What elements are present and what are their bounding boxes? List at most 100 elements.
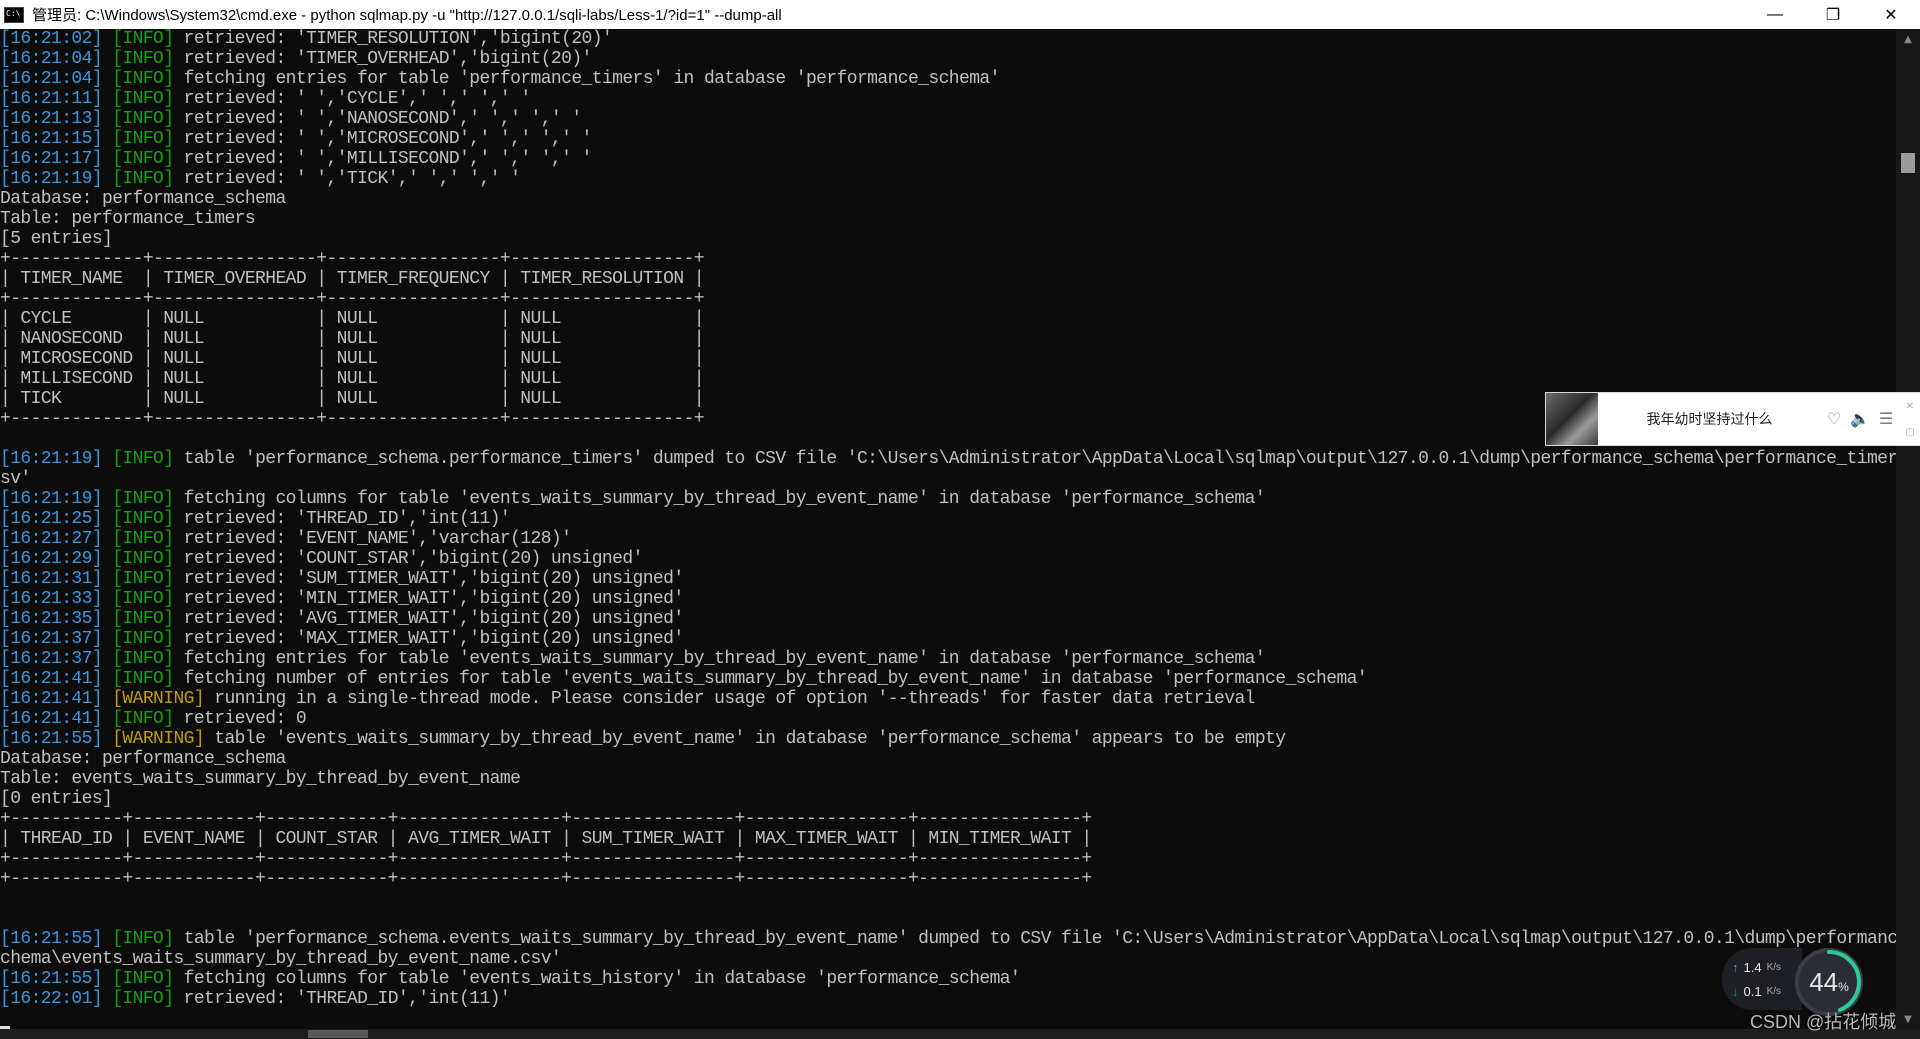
window-title-bar[interactable]: 管理员: C:\Windows\System32\cmd.exe - pytho… xyxy=(0,0,1920,29)
log-level-tag: [INFO] xyxy=(112,49,174,69)
log-level-tag: [INFO] xyxy=(112,109,174,129)
console-line: sv' xyxy=(0,469,1896,489)
player-side-controls: ✕ ▢ xyxy=(1899,393,1920,445)
log-level-tag: [INFO] xyxy=(112,29,174,49)
log-message: retrieved: ' ','NANOSECOND',' ',' ',' ' xyxy=(173,109,582,129)
console-text: sv' xyxy=(0,469,31,489)
log-level-tag: [INFO] xyxy=(112,669,174,689)
scroll-down-icon[interactable]: ▼ xyxy=(1896,1009,1920,1029)
log-timestamp: [16:21:02] xyxy=(0,29,103,49)
console-line: [16:21:04] [INFO] fetching entries for t… xyxy=(0,69,1896,89)
log-message: retrieved: 'EVENT_NAME','varchar(128)' xyxy=(173,529,572,549)
log-timestamp: [16:21:41] xyxy=(0,689,103,709)
upload-arrow-icon: ↑ xyxy=(1732,960,1739,975)
minimize-button[interactable]: — xyxy=(1746,0,1804,29)
console-line: [16:21:41] [INFO] retrieved: 0 xyxy=(0,709,1896,729)
console-line: +-----------+------------+------------+-… xyxy=(0,849,1896,869)
log-message: retrieved: ' ','MILLISECOND',' ',' ',' ' xyxy=(173,149,593,169)
log-message: table 'events_waits_summary_by_thread_by… xyxy=(204,729,1286,749)
log-level-tag: [INFO] xyxy=(112,989,174,1009)
log-timestamp: [16:21:31] xyxy=(0,569,103,589)
log-timestamp: [16:21:27] xyxy=(0,529,103,549)
album-cover[interactable] xyxy=(1546,393,1598,445)
usage-ring xyxy=(1797,950,1861,1014)
console-line: [16:21:37] [INFO] fetching entries for t… xyxy=(0,649,1896,669)
song-title: 我年幼时坚持过什么 xyxy=(1646,411,1773,427)
expand-icon[interactable]: ▢ xyxy=(1905,427,1914,438)
console-line: [16:21:29] [INFO] retrieved: 'COUNT_STAR… xyxy=(0,549,1896,569)
log-level-tag: [INFO] xyxy=(112,129,174,149)
log-message: retrieved: 'MAX_TIMER_WAIT','bigint(20) … xyxy=(173,629,685,649)
log-level-tag: [INFO] xyxy=(112,69,174,89)
vertical-scrollbar[interactable]: ▲ ▼ xyxy=(1896,29,1920,1029)
console-line: [16:21:19] [INFO] table 'performance_sch… xyxy=(0,449,1896,469)
console-line: [16:21:55] [INFO] fetching columns for t… xyxy=(0,969,1896,989)
horizontal-scroll-thumb[interactable] xyxy=(308,1030,368,1038)
log-timestamp: [16:21:55] xyxy=(0,929,103,949)
console-line: [5 entries] xyxy=(0,229,1896,249)
log-level-tag: [INFO] xyxy=(112,969,174,989)
console-text: Database: performance_schema xyxy=(0,749,286,769)
log-message: retrieved: ' ','MICROSECOND',' ',' ',' ' xyxy=(173,129,593,149)
console-text: | CYCLE | NULL | NULL | NULL | xyxy=(0,309,705,329)
log-level-tag: [INFO] xyxy=(112,929,174,949)
console-line: | THREAD_ID | EVENT_NAME | COUNT_STAR | … xyxy=(0,829,1896,849)
close-button[interactable]: ✕ xyxy=(1862,0,1920,29)
console-line: | MILLISECOND | NULL | NULL | NULL | xyxy=(0,369,1896,389)
console-line: [16:21:13] [INFO] retrieved: ' ','NANOSE… xyxy=(0,109,1896,129)
log-message: fetching entries for table 'performance_… xyxy=(173,69,1001,89)
log-message: table 'performance_schema.performance_ti… xyxy=(173,449,1896,469)
memory-usage-gauge[interactable]: 44% xyxy=(1795,948,1863,1016)
music-mini-player[interactable]: 我年幼时坚持过什么 ♡ 🔈 ☰ ✕ ▢ xyxy=(1545,392,1920,446)
console-line: [0 entries] xyxy=(0,789,1896,809)
log-timestamp: [16:21:41] xyxy=(0,709,103,729)
console-line: [16:22:01] [INFO] retrieved: 'THREAD_ID'… xyxy=(0,989,1896,1009)
console-line: chema\events_waits_summary_by_thread_by_… xyxy=(0,949,1896,969)
log-level-tag: [INFO] xyxy=(112,629,174,649)
console-line: [16:21:19] [INFO] fetching columns for t… xyxy=(0,489,1896,509)
log-message: retrieved: 'AVG_TIMER_WAIT','bigint(20) … xyxy=(173,609,685,629)
scroll-up-icon[interactable]: ▲ xyxy=(1896,29,1920,49)
log-message: retrieved: 'THREAD_ID','int(11)' xyxy=(173,989,511,1009)
console-text: | MILLISECOND | NULL | NULL | NULL | xyxy=(0,369,705,389)
restore-button[interactable]: ❐ xyxy=(1804,0,1862,29)
close-icon[interactable]: ✕ xyxy=(1906,401,1914,412)
log-level-tag: [INFO] xyxy=(112,449,174,469)
log-timestamp: [16:21:29] xyxy=(0,549,103,569)
speaker-icon[interactable]: 🔈 xyxy=(1847,409,1873,429)
console-line: | MICROSECOND | NULL | NULL | NULL | xyxy=(0,349,1896,369)
log-message: retrieved: 'TIMER_RESOLUTION','bigint(20… xyxy=(173,29,613,49)
log-level-tag: [INFO] xyxy=(112,149,174,169)
log-message: retrieved: 'MIN_TIMER_WAIT','bigint(20) … xyxy=(173,589,685,609)
console-output[interactable]: [16:21:02] [INFO] retrieved: 'TIMER_RESO… xyxy=(0,29,1896,1029)
log-message: fetching columns for table 'events_waits… xyxy=(173,489,1266,509)
console-line: +-------------+----------------+--------… xyxy=(0,289,1896,309)
log-message: fetching number of entries for table 'ev… xyxy=(173,669,1368,689)
cmd-app-icon xyxy=(4,6,24,23)
console-line: Database: performance_schema xyxy=(0,189,1896,209)
console-text: | MICROSECOND | NULL | NULL | NULL | xyxy=(0,349,705,369)
log-message: fetching entries for table 'events_waits… xyxy=(173,649,1266,669)
console-line: [16:21:55] [WARNING] table 'events_waits… xyxy=(0,729,1896,749)
console-line: [16:21:35] [INFO] retrieved: 'AVG_TIMER_… xyxy=(0,609,1896,629)
console-line: Table: events_waits_summary_by_thread_by… xyxy=(0,769,1896,789)
log-timestamp: [16:21:37] xyxy=(0,629,103,649)
heart-icon[interactable]: ♡ xyxy=(1821,409,1847,429)
horizontal-scrollbar[interactable] xyxy=(0,1029,1920,1039)
log-timestamp: [16:22:01] xyxy=(0,989,103,1009)
log-timestamp: [16:21:19] xyxy=(0,169,103,189)
console-line: [16:21:25] [INFO] retrieved: 'THREAD_ID'… xyxy=(0,509,1896,529)
console-text: +-----------+------------+------------+-… xyxy=(0,869,1092,889)
log-level-tag: [INFO] xyxy=(112,709,174,729)
log-timestamp: [16:21:37] xyxy=(0,649,103,669)
prompt-line[interactable] xyxy=(0,1009,1896,1029)
download-speed: ↓ 0.1 K/s xyxy=(1732,984,1782,999)
console-line: [16:21:15] [INFO] retrieved: ' ','MICROS… xyxy=(0,129,1896,149)
log-timestamp: [16:21:19] xyxy=(0,449,103,469)
list-icon[interactable]: ☰ xyxy=(1873,409,1899,429)
scroll-thumb[interactable] xyxy=(1901,153,1915,173)
log-level-tag: [INFO] xyxy=(112,589,174,609)
console-text: Table: events_waits_summary_by_thread_by… xyxy=(0,769,521,789)
